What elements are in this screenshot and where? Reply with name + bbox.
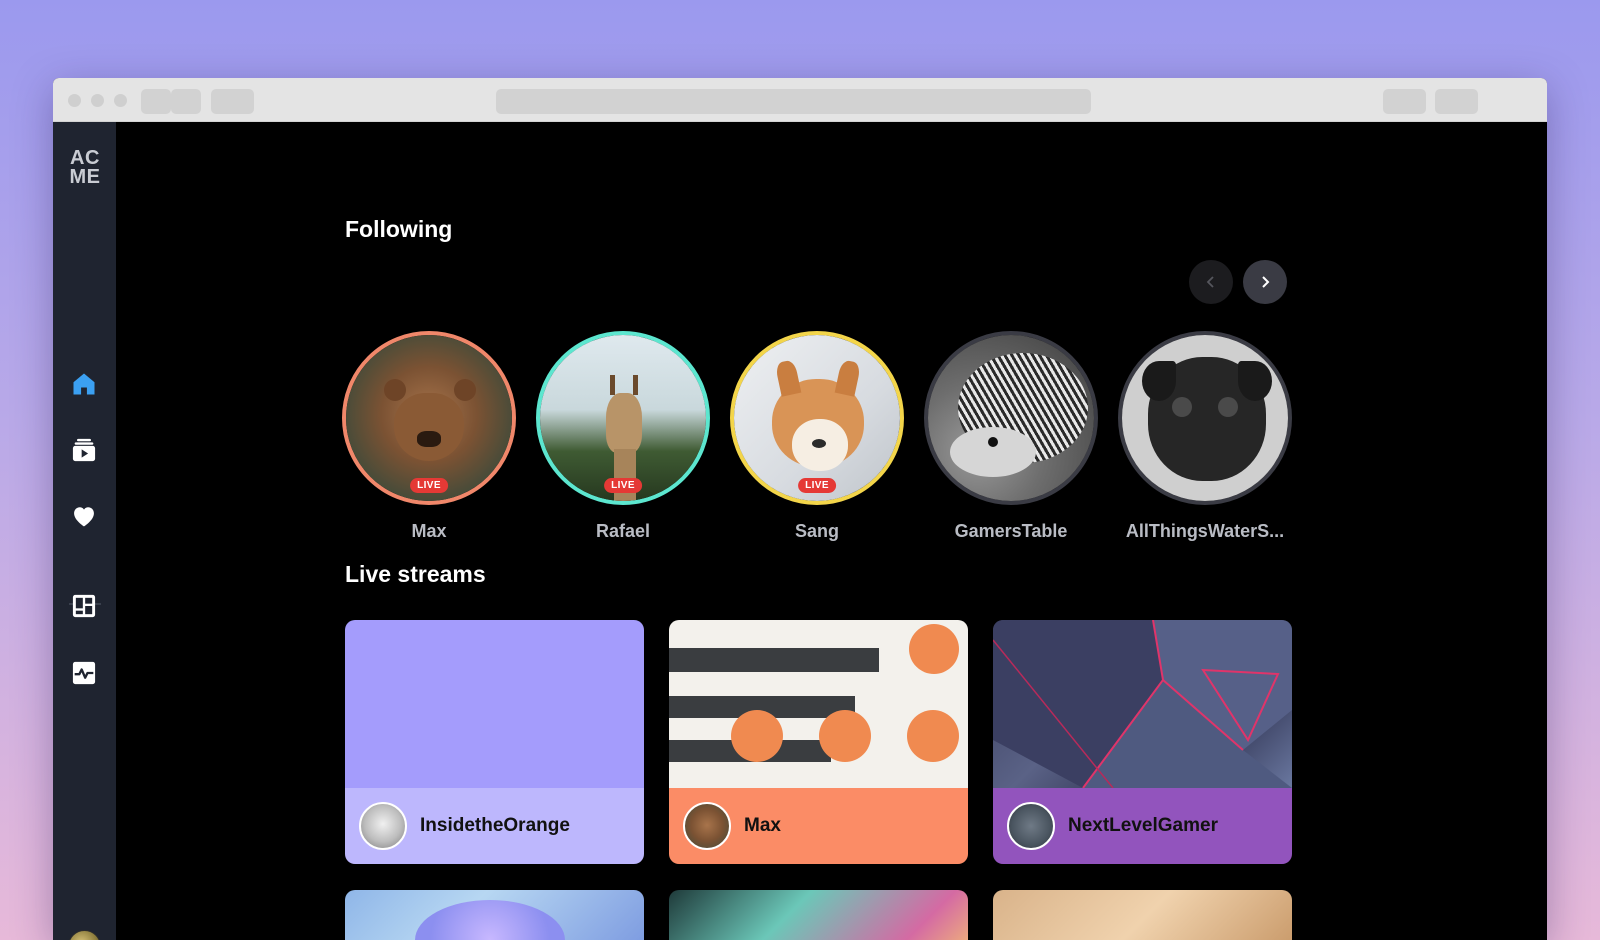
user-avatar[interactable] — [68, 930, 101, 940]
story-ring — [924, 331, 1098, 505]
forward-button[interactable] — [171, 89, 201, 114]
live-badge: LIVE — [798, 478, 836, 493]
main-content: Following LIVE Max LIVE Rafael LIVE Sang… — [116, 122, 1547, 940]
following-prev-button[interactable] — [1189, 260, 1233, 304]
home-icon — [73, 373, 95, 395]
share-button[interactable] — [1383, 89, 1426, 114]
story-ring: LIVE — [536, 331, 710, 505]
activity-icon — [72, 661, 96, 685]
stream-card-peek[interactable] — [669, 890, 968, 940]
sidebar-item-dashboard[interactable] — [70, 592, 98, 620]
story-name: Rafael — [595, 521, 651, 541]
shiba-avatar — [734, 335, 900, 501]
address-bar[interactable] — [496, 89, 1091, 114]
story-name: Max — [411, 521, 447, 541]
tabs-button[interactable] — [1435, 89, 1478, 114]
chevron-left-icon — [1206, 276, 1214, 288]
following-next-button[interactable] — [1243, 260, 1287, 304]
sidebar-item-videos[interactable] — [70, 436, 98, 464]
stream-thumbnail — [669, 620, 968, 788]
stream-card-peek[interactable] — [993, 890, 1292, 940]
bear-avatar — [346, 335, 512, 501]
video-library-icon — [72, 438, 96, 462]
stream-card-footer: Max — [669, 788, 968, 864]
stream-thumbnail — [345, 620, 644, 788]
stream-card-max[interactable]: Max — [669, 620, 968, 864]
live-badge: LIVE — [604, 478, 642, 493]
window-minimize-dot[interactable] — [91, 94, 104, 107]
sidebar-item-favorites[interactable] — [70, 502, 98, 530]
streamer-name: NextLevelGamer — [1068, 815, 1218, 836]
dashboard-icon — [72, 594, 96, 618]
story-ring — [1118, 331, 1292, 505]
following-item-sang[interactable]: LIVE Sang — [730, 331, 904, 542]
following-title: Following — [345, 216, 453, 242]
browser-window: AC ME Following LIVE Max LIVE Rafael LIV… — [53, 78, 1547, 940]
browser-chrome — [53, 78, 1547, 122]
geometric-art — [993, 620, 1292, 788]
window-zoom-dot[interactable] — [114, 94, 127, 107]
following-item-rafael[interactable]: LIVE Rafael — [536, 331, 710, 542]
stream-thumbnail — [993, 620, 1292, 788]
following-item-allthingswaters[interactable]: AllThingsWaterS... — [1118, 331, 1292, 542]
live-streams-title: Live streams — [345, 561, 486, 587]
window-close-dot[interactable] — [68, 94, 81, 107]
sidebar: AC ME — [53, 122, 116, 940]
story-name: GamersTable — [954, 521, 1068, 541]
stream-card-footer: NextLevelGamer — [993, 788, 1292, 864]
streamer-name: Max — [744, 815, 781, 836]
hedgehog-avatar — [928, 335, 1094, 501]
streamer-avatar — [683, 802, 731, 850]
following-item-max[interactable]: LIVE Max — [342, 331, 516, 542]
acme-logo[interactable]: AC ME — [68, 148, 102, 187]
story-name: AllThingsWaterS... — [1125, 521, 1285, 541]
pug-avatar — [1122, 335, 1288, 501]
chevron-right-icon — [1262, 276, 1270, 288]
sidebar-item-home[interactable] — [70, 370, 98, 398]
sidebar-toggle-button[interactable] — [211, 89, 254, 114]
heart-icon — [74, 507, 94, 527]
story-ring: LIVE — [342, 331, 516, 505]
live-badge: LIVE — [410, 478, 448, 493]
sidebar-item-activity[interactable] — [70, 659, 98, 687]
streamer-avatar — [359, 802, 407, 850]
story-name: Sang — [794, 521, 839, 541]
stream-card-footer: InsidetheOrange — [345, 788, 644, 864]
stream-card-insidetheorange[interactable]: InsidetheOrange — [345, 620, 644, 864]
stream-card-nextlevelgamer[interactable]: NextLevelGamer — [993, 620, 1292, 864]
streamer-avatar — [1007, 802, 1055, 850]
back-button[interactable] — [141, 89, 171, 114]
story-ring: LIVE — [730, 331, 904, 505]
giraffe-avatar — [540, 335, 706, 501]
stream-card-peek[interactable] — [345, 890, 644, 940]
streamer-name: InsidetheOrange — [420, 815, 570, 836]
following-item-gamerstable[interactable]: GamersTable — [924, 331, 1098, 542]
